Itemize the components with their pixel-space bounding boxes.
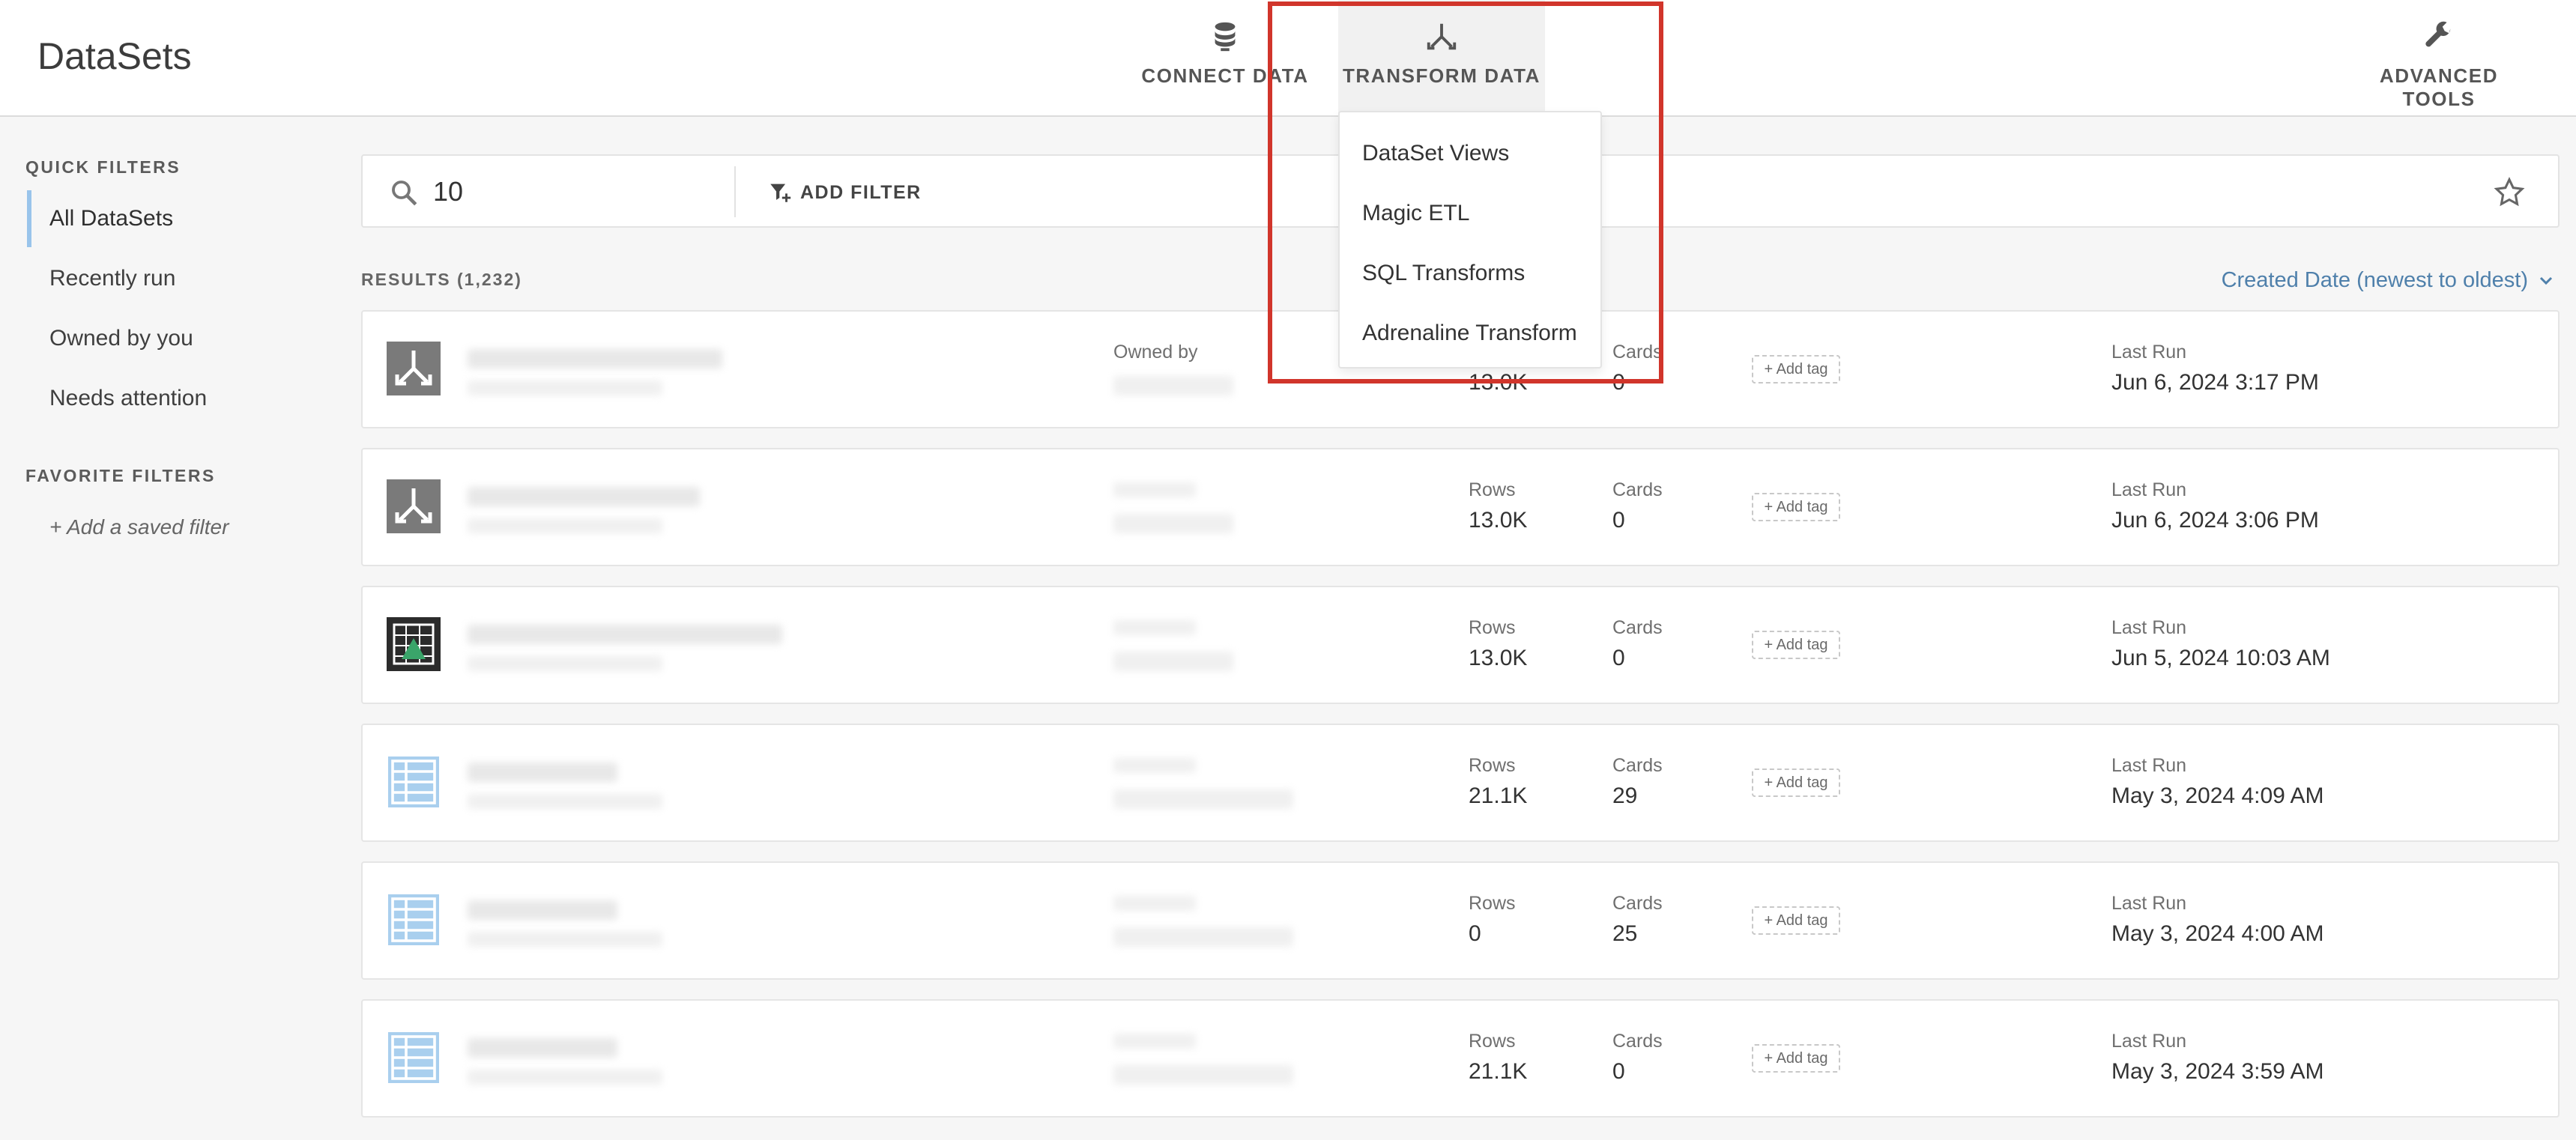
cards-value: 25	[1612, 921, 1638, 946]
owned-by-label: Owned by	[1113, 342, 1198, 363]
quick-filters-heading: QUICK FILTERS	[25, 157, 181, 177]
rows-label: Rows	[1469, 1031, 1516, 1052]
etl-transform-icon	[387, 342, 441, 395]
blurred-dataset-source	[468, 794, 662, 809]
blurred-owner-label	[1113, 620, 1196, 635]
cards-value: 0	[1612, 1059, 1625, 1084]
star-icon[interactable]	[2492, 175, 2527, 210]
highlight-box	[1268, 1, 1663, 383]
blurred-owner	[1113, 927, 1293, 947]
spreadsheet-connector-icon	[387, 617, 441, 671]
blurred-dataset-source	[468, 656, 662, 671]
add-filter-button[interactable]: ADD FILTER	[767, 178, 922, 207]
last-run-label: Last Run	[2111, 479, 2187, 500]
search-divider	[734, 166, 736, 217]
sort-label: Created Date (newest to oldest)	[2221, 268, 2528, 292]
add-tag-button[interactable]: + Add tag	[1752, 493, 1840, 521]
wrench-icon	[2425, 21, 2451, 47]
quick-filter-owned-by-you[interactable]: Owned by you	[27, 310, 312, 367]
blurred-owner-label	[1113, 758, 1196, 773]
last-run-value: May 3, 2024 3:59 AM	[2111, 1059, 2324, 1084]
last-run-label: Last Run	[2111, 617, 2187, 638]
last-run-value: May 3, 2024 4:09 AM	[2111, 783, 2324, 808]
blurred-owner	[1113, 376, 1233, 395]
sidebar: QUICK FILTERS All DataSets Recently run …	[0, 118, 330, 1140]
table-icon	[388, 1032, 439, 1083]
blurred-dataset-name	[468, 900, 617, 920]
cards-label: Cards	[1612, 617, 1663, 638]
database-icon	[1215, 22, 1236, 52]
favorite-filters-heading: FAVORITE FILTERS	[25, 466, 216, 485]
page-title: DataSets	[37, 35, 192, 77]
blurred-owner	[1113, 652, 1233, 671]
add-tag-button[interactable]: + Add tag	[1752, 906, 1840, 935]
last-run-label: Last Run	[2111, 755, 2187, 776]
search-input[interactable]	[433, 169, 703, 214]
blurred-owner-label	[1113, 482, 1196, 497]
blurred-owner	[1113, 514, 1233, 533]
last-run-value: Jun 6, 2024 3:17 PM	[2111, 370, 2319, 395]
rows-label: Rows	[1469, 479, 1516, 500]
cards-value: 0	[1612, 508, 1625, 533]
rows-value: 13.0K	[1469, 646, 1528, 670]
quick-filter-recently-run[interactable]: Recently run	[27, 250, 312, 307]
dataset-row[interactable]: Rows 13.0K Cards 0 + Add tag Last Run Ju…	[361, 586, 2560, 704]
cards-value: 29	[1612, 783, 1638, 808]
quick-filter-all-datasets[interactable]: All DataSets	[27, 190, 312, 247]
cards-label: Cards	[1612, 893, 1663, 914]
table-icon	[388, 757, 439, 807]
blurred-owner	[1113, 1065, 1293, 1085]
rows-label: Rows	[1469, 617, 1516, 638]
add-tag-button[interactable]: + Add tag	[1752, 1044, 1840, 1073]
search-icon	[392, 181, 417, 206]
last-run-value: May 3, 2024 4:00 AM	[2111, 921, 2324, 946]
advanced-tools-button[interactable]: ADVANCED TOOLS	[2345, 0, 2533, 115]
dataset-row[interactable]: Rows 0 Cards 25 + Add tag Last Run May 3…	[361, 861, 2560, 980]
table-icon	[388, 894, 439, 945]
last-run-value: Jun 5, 2024 10:03 AM	[2111, 646, 2330, 670]
results-count: RESULTS (1,232)	[361, 270, 522, 289]
add-saved-filter-link[interactable]: + Add a saved filter	[49, 515, 229, 539]
rows-value: 21.1K	[1469, 1059, 1528, 1084]
dataset-row[interactable]: Rows 21.1K Cards 0 + Add tag Last Run Ma…	[361, 999, 2560, 1118]
chevron-down-icon	[2539, 276, 2553, 285]
blurred-dataset-source	[468, 518, 662, 533]
cards-label: Cards	[1612, 1031, 1663, 1052]
blurred-dataset-source	[468, 932, 662, 947]
add-filter-label: ADD FILTER	[800, 181, 922, 203]
blurred-dataset-name	[468, 762, 617, 782]
blurred-owner-label	[1113, 1034, 1196, 1049]
cards-value: 0	[1612, 646, 1625, 670]
rows-label: Rows	[1469, 893, 1516, 914]
rows-value: 21.1K	[1469, 783, 1528, 808]
last-run-label: Last Run	[2111, 893, 2187, 914]
last-run-value: Jun 6, 2024 3:06 PM	[2111, 508, 2319, 533]
rows-value: 13.0K	[1469, 508, 1528, 533]
last-run-label: Last Run	[2111, 1031, 2187, 1052]
rows-label: Rows	[1469, 755, 1516, 776]
last-run-label: Last Run	[2111, 342, 2187, 363]
blurred-dataset-name	[468, 349, 722, 369]
blurred-dataset-source	[468, 380, 662, 395]
blurred-dataset-source	[468, 1070, 662, 1085]
add-tag-button[interactable]: + Add tag	[1752, 355, 1840, 383]
advanced-tools-label: ADVANCED TOOLS	[2379, 64, 2499, 110]
filter-add-icon	[770, 184, 791, 202]
dataset-row[interactable]: Rows 21.1K Cards 29 + Add tag Last Run M…	[361, 724, 2560, 842]
rows-value: 0	[1469, 921, 1481, 946]
blurred-owner	[1113, 789, 1293, 809]
dataset-row[interactable]: Rows 13.0K Cards 0 + Add tag Last Run Ju…	[361, 448, 2560, 566]
add-tag-button[interactable]: + Add tag	[1752, 631, 1840, 659]
blurred-owner-label	[1113, 896, 1196, 911]
cards-label: Cards	[1612, 479, 1663, 500]
sort-dropdown[interactable]: Created Date (newest to oldest)	[2222, 268, 2555, 293]
etl-transform-icon	[387, 479, 441, 533]
add-tag-button[interactable]: + Add tag	[1752, 768, 1840, 797]
blurred-dataset-name	[468, 487, 700, 506]
cards-label: Cards	[1612, 755, 1663, 776]
blurred-dataset-name	[468, 625, 782, 644]
blurred-dataset-name	[468, 1038, 617, 1058]
quick-filter-needs-attention[interactable]: Needs attention	[27, 370, 312, 427]
